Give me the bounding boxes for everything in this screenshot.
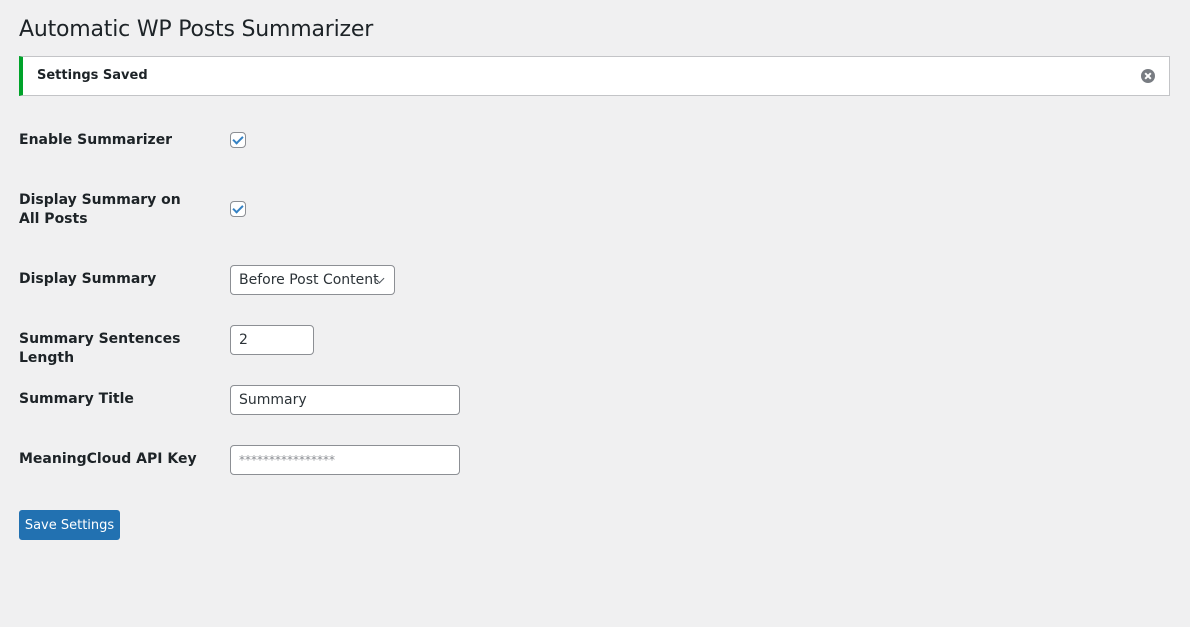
summary-title-label: Summary Title [19, 391, 134, 407]
summary-title-input[interactable] [230, 385, 460, 415]
save-settings-button[interactable]: Save Settings [19, 510, 120, 540]
sentences-length-input[interactable] [230, 325, 314, 355]
display-summary-selected: Before Post Content [239, 272, 379, 288]
settings-saved-notice: Settings Saved [19, 56, 1170, 96]
enable-summarizer-checkbox[interactable] [230, 132, 246, 148]
display-all-posts-checkbox[interactable] [230, 201, 246, 217]
sentences-length-label: Summary Sentences Length [19, 331, 181, 366]
enable-summarizer-label: Enable Summarizer [19, 132, 173, 148]
notice-text: Settings Saved [37, 68, 148, 83]
display-summary-label: Display Summary [19, 271, 157, 287]
api-key-label: MeaningCloud API Key [19, 451, 197, 467]
display-all-posts-label: Display Summary on All Posts [19, 192, 181, 227]
dismiss-notice-icon[interactable] [1141, 69, 1155, 83]
page-title: Automatic WP Posts Summarizer [19, 17, 374, 42]
api-key-input[interactable] [230, 445, 460, 475]
display-summary-select[interactable]: Before Post Content [230, 265, 395, 295]
